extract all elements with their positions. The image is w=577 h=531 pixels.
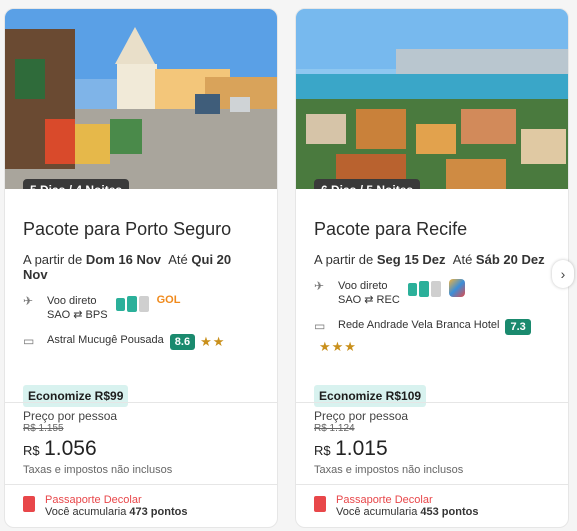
- date-from: Dom 16 Nov: [85, 252, 162, 267]
- passport-rewards: Passaporte Decolar Você acumularia 453 p…: [314, 494, 478, 518]
- date-range: A partir de Dom 16 Nov Até Qui 20 Nov: [23, 252, 259, 282]
- duration-badge: 5 Dias / 4 Noites: [23, 179, 130, 189]
- divider: [296, 484, 568, 485]
- rating-badge: 7.3: [505, 319, 531, 335]
- hotel-stars: ★★★: [319, 339, 357, 354]
- airplane-icon: ✈: [314, 279, 325, 293]
- savings-badge: Economize R$99: [23, 385, 129, 407]
- passport-rewards: Passaporte Decolar Você acumularia 473 p…: [23, 494, 187, 518]
- date-prefix: A partir de: [314, 252, 374, 267]
- carry-on-icon: [126, 296, 137, 312]
- tax-note: Taxas e impostos não inclusos: [23, 464, 173, 476]
- hotel-stars: ★★: [200, 334, 226, 349]
- backpack-icon: [407, 282, 417, 296]
- airplane-icon: ✈: [23, 294, 34, 308]
- date-from: Seg 15 Dez: [376, 252, 446, 267]
- tax-note: Taxas e impostos não inclusos: [314, 464, 464, 476]
- bed-icon: ▭: [314, 319, 326, 333]
- package-card-recife[interactable]: 6 Dias / 5 Noites Pacote para Recife A p…: [295, 8, 569, 528]
- baggage-icons: [407, 281, 441, 297]
- chevron-right-icon[interactable]: ›: [552, 260, 574, 288]
- passport-title: Passaporte Decolar: [336, 494, 433, 506]
- price-value: 1.056: [44, 437, 97, 460]
- currency: R$: [314, 443, 331, 458]
- checked-bag-icon: [430, 281, 441, 297]
- destination-photo: 5 Dias / 4 Noites: [5, 9, 277, 189]
- date-to-label: Até: [168, 252, 188, 267]
- passport-points: 453 pontos: [420, 506, 479, 518]
- date-prefix: A partir de: [23, 252, 83, 267]
- backpack-icon: [115, 297, 125, 311]
- baggage-icons: [115, 296, 149, 312]
- price-per-person-label: Preço por pessoa: [23, 409, 118, 423]
- currency: R$: [23, 443, 40, 458]
- package-title[interactable]: Pacote para Recife: [314, 219, 550, 240]
- hotel-info: ▭ Astral Mucugê Pousada 8.6 ★★: [23, 334, 259, 350]
- hotel-name: Astral Mucugê Pousada: [47, 334, 164, 346]
- current-price: R$ 1.056: [23, 437, 97, 461]
- date-to-label: Até: [452, 252, 473, 267]
- date-to: Sáb 20 Dez: [475, 252, 545, 267]
- flight-label: Voo direto: [47, 295, 97, 307]
- multi-airline-icon: [448, 279, 465, 297]
- checked-bag-icon: [138, 296, 149, 312]
- divider: [5, 484, 277, 485]
- destination-photo: 6 Dias / 5 Noites: [296, 9, 568, 189]
- old-price: R$ 1.124: [314, 423, 355, 434]
- package-title[interactable]: Pacote para Porto Seguro: [23, 219, 259, 240]
- flight-info: ✈ Voo direto SAO ⇄ REC: [314, 279, 550, 307]
- flight-route: SAO ⇄ REC: [338, 294, 400, 306]
- passport-icon: [23, 496, 35, 512]
- bed-icon: ▭: [23, 334, 35, 348]
- price-value: 1.015: [335, 437, 388, 460]
- airline-logo: GOL: [156, 294, 181, 306]
- carry-on-icon: [418, 281, 429, 297]
- divider: [296, 402, 568, 403]
- passport-text: Você acumularia: [336, 506, 418, 518]
- duration-badge: 6 Dias / 5 Noites: [314, 179, 421, 189]
- hotel-info: ▭ Rede Andrade Vela Branca Hotel 7.3: [314, 319, 550, 335]
- passport-points: 473 pontos: [129, 506, 188, 518]
- passport-icon: [314, 496, 326, 512]
- flight-route: SAO ⇄ BPS: [47, 309, 108, 321]
- package-card-porto-seguro[interactable]: 5 Dias / 4 Noites Pacote para Porto Segu…: [4, 8, 278, 528]
- passport-text: Você acumularia: [45, 506, 127, 518]
- savings-badge: Economize R$109: [314, 385, 427, 407]
- hotel-name: Rede Andrade Vela Branca Hotel: [338, 319, 500, 331]
- flight-info: ✈ Voo direto SAO ⇄ BPS GOL: [23, 294, 259, 322]
- date-range: A partir de Seg 15 Dez Até Sáb 20 Dez: [314, 252, 550, 267]
- rating-badge: 8.6: [169, 334, 196, 350]
- passport-title: Passaporte Decolar: [45, 494, 142, 506]
- current-price: R$ 1.015: [314, 437, 388, 461]
- divider: [5, 402, 277, 403]
- old-price: R$ 1.155: [23, 423, 64, 434]
- price-per-person-label: Preço por pessoa: [314, 409, 409, 423]
- flight-label: Voo direto: [338, 280, 388, 292]
